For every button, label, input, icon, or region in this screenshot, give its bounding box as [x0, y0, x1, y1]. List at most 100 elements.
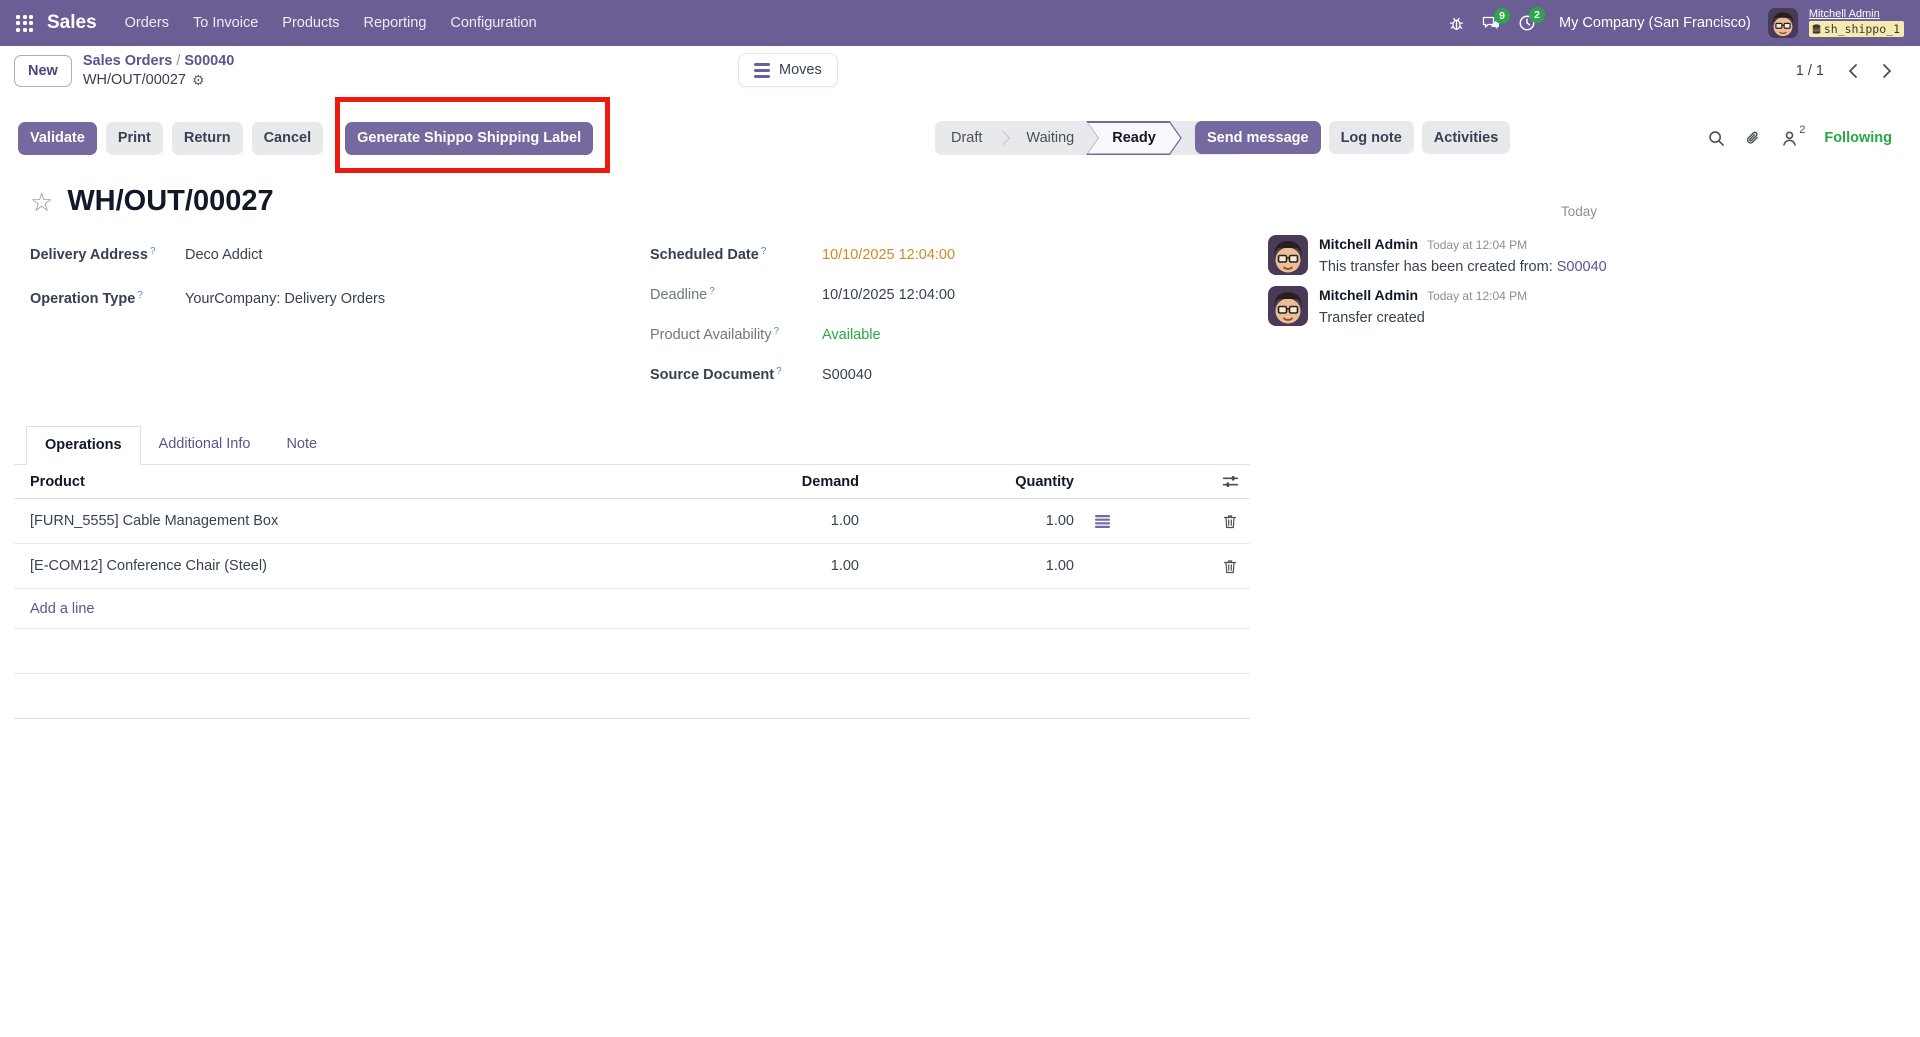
- print-button[interactable]: Print: [106, 122, 163, 155]
- messages-badge: 9: [1494, 8, 1510, 24]
- menu-reporting[interactable]: Reporting: [362, 11, 429, 35]
- messages-icon[interactable]: 9: [1482, 15, 1501, 32]
- following-button[interactable]: Following: [1824, 130, 1892, 146]
- message-avatar[interactable]: [1268, 235, 1308, 275]
- user-avatar[interactable]: [1768, 8, 1798, 38]
- operations-table: Product Demand Quantity [FURN_55: [14, 465, 1250, 719]
- help-marker: ?: [776, 366, 782, 377]
- table-header-row: Product Demand Quantity: [14, 465, 1250, 499]
- pager-next-icon[interactable]: [1882, 63, 1892, 79]
- top-navbar: Sales Orders To Invoice Products Reporti…: [0, 0, 1920, 46]
- followers-icon[interactable]: 2: [1781, 130, 1804, 147]
- status-ready-active[interactable]: Ready: [1086, 121, 1182, 155]
- message-body: This transfer has been created from: S00…: [1319, 258, 1607, 278]
- demand-cell[interactable]: 1.00: [669, 558, 859, 574]
- breadcrumb-current-record: WH/OUT/00027: [83, 72, 186, 89]
- deadline-label: Deadline?: [650, 284, 822, 308]
- help-marker: ?: [709, 286, 715, 297]
- operation-type-label: Operation Type?: [30, 288, 185, 312]
- scheduled-date-label: Scheduled Date?: [650, 244, 822, 268]
- detailed-operations-icon[interactable]: [1093, 513, 1112, 530]
- demand-cell[interactable]: 1.00: [669, 513, 859, 529]
- table-row[interactable]: [E-COM12] Conference Chair (Steel) 1.00 …: [14, 544, 1250, 589]
- pager-count: 1 / 1: [1796, 63, 1824, 79]
- favorite-star-icon[interactable]: ☆: [30, 189, 53, 215]
- message-author[interactable]: Mitchell Admin: [1319, 287, 1418, 303]
- message-body: Transfer created: [1319, 309, 1527, 329]
- delivery-address-label: Delivery Address?: [30, 244, 185, 268]
- moves-button[interactable]: Moves: [738, 53, 838, 87]
- search-message-icon[interactable]: [1708, 130, 1725, 147]
- new-button[interactable]: New: [14, 55, 72, 87]
- status-draft[interactable]: Draft: [935, 121, 998, 155]
- help-marker: ?: [150, 246, 156, 257]
- tab-note[interactable]: Note: [268, 426, 335, 464]
- followers-count: 2: [1799, 124, 1805, 136]
- table-row[interactable]: [FURN_5555] Cable Management Box 1.00 1.…: [14, 499, 1250, 544]
- optional-columns-icon[interactable]: [1220, 472, 1241, 491]
- chatter-message: Mitchell Admin Today at 12:04 PM Transfe…: [1268, 286, 1890, 328]
- app-name[interactable]: Sales: [47, 12, 97, 34]
- chatter-panel: Today Mitchell Admin: [1250, 160, 1920, 719]
- source-document-label: Source Document?: [650, 364, 822, 388]
- menu-products[interactable]: Products: [280, 11, 341, 35]
- quantity-cell[interactable]: 1.00: [859, 558, 1074, 574]
- breadcrumb-s00040[interactable]: S00040: [184, 53, 234, 69]
- message-avatar[interactable]: [1268, 286, 1308, 326]
- user-name[interactable]: Mitchell Admin: [1809, 7, 1904, 21]
- message-timestamp: Today at 12:04 PM: [1427, 238, 1527, 252]
- delivery-address-value[interactable]: Deco Addict: [185, 244, 262, 268]
- send-message-button[interactable]: Send message: [1195, 121, 1321, 154]
- column-product[interactable]: Product: [30, 474, 669, 490]
- generate-shippo-shipping-label-button[interactable]: Generate Shippo Shipping Label: [345, 122, 593, 155]
- scheduled-date-value[interactable]: 10/10/2025 12:04:00: [822, 244, 955, 268]
- message-author[interactable]: Mitchell Admin: [1319, 236, 1418, 252]
- delete-row-trash-icon[interactable]: [1221, 512, 1239, 531]
- column-demand[interactable]: Demand: [669, 474, 859, 490]
- cancel-button[interactable]: Cancel: [252, 122, 324, 155]
- column-quantity[interactable]: Quantity: [859, 474, 1074, 490]
- activities-badge: 2: [1529, 7, 1545, 23]
- add-a-line-link[interactable]: Add a line: [30, 601, 95, 617]
- help-marker: ?: [773, 326, 779, 337]
- quantity-cell[interactable]: 1.00: [859, 513, 1074, 529]
- control-panel: New Sales Orders/S00040 WH/OUT/00027 ⚙ M…: [0, 46, 1920, 96]
- empty-table-row: [14, 674, 1250, 719]
- operation-type-value[interactable]: YourCompany: Delivery Orders: [185, 288, 385, 312]
- message-record-link[interactable]: S00040: [1557, 259, 1607, 275]
- menu-orders[interactable]: Orders: [123, 11, 171, 35]
- apps-menu-icon[interactable]: [16, 15, 33, 32]
- form-sheet: ☆ WH/OUT/00027 Delivery Address? Deco Ad…: [14, 160, 1250, 719]
- action-buttons-row: Validate Print Return Cancel Generate Sh…: [0, 116, 1920, 160]
- product-availability-label: Product Availability?: [650, 324, 822, 348]
- status-separator-icon: [998, 121, 1010, 155]
- company-switcher[interactable]: My Company (San Francisco): [1559, 15, 1751, 31]
- help-marker: ?: [761, 246, 767, 257]
- source-document-value[interactable]: S00040: [822, 364, 872, 388]
- gear-icon[interactable]: ⚙: [192, 72, 205, 89]
- date-divider: Today: [1268, 204, 1890, 219]
- breadcrumb-sales-orders[interactable]: Sales Orders: [83, 53, 172, 69]
- validate-button[interactable]: Validate: [18, 122, 97, 155]
- activities-clock-icon[interactable]: 2: [1518, 14, 1536, 32]
- log-note-button[interactable]: Log note: [1329, 121, 1414, 154]
- pager-previous-icon[interactable]: [1848, 63, 1858, 79]
- product-cell[interactable]: [E-COM12] Conference Chair (Steel): [30, 558, 669, 574]
- delete-row-trash-icon[interactable]: [1221, 557, 1239, 576]
- status-waiting[interactable]: Waiting: [1010, 121, 1090, 155]
- pager: 1 / 1: [1796, 46, 1892, 96]
- empty-table-row: [14, 629, 1250, 674]
- deadline-value: 10/10/2025 12:04:00: [822, 284, 955, 308]
- tab-operations[interactable]: Operations: [26, 426, 141, 465]
- product-cell[interactable]: [FURN_5555] Cable Management Box: [30, 513, 669, 529]
- database-badge: sh_shippo_1: [1809, 21, 1904, 37]
- return-button[interactable]: Return: [172, 122, 243, 155]
- attachment-paperclip-icon[interactable]: [1745, 130, 1761, 147]
- menu-to-invoice[interactable]: To Invoice: [191, 11, 260, 35]
- menu-configuration[interactable]: Configuration: [448, 11, 538, 35]
- breadcrumb: Sales Orders/S00040: [83, 53, 235, 70]
- debug-bug-icon[interactable]: [1448, 15, 1465, 32]
- activities-button[interactable]: Activities: [1422, 121, 1510, 154]
- tab-additional-info[interactable]: Additional Info: [141, 426, 269, 464]
- message-timestamp: Today at 12:04 PM: [1427, 289, 1527, 303]
